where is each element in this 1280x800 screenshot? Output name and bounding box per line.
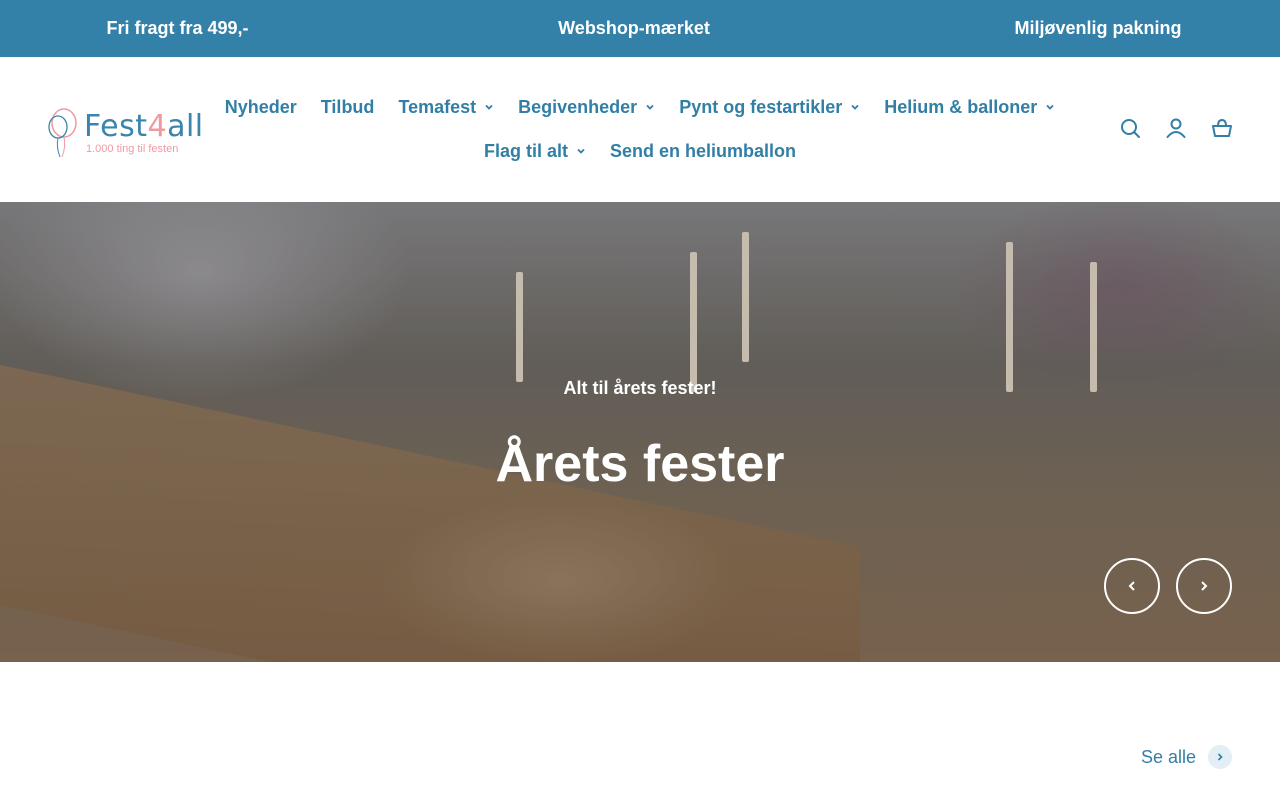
slideshow-next-button[interactable]	[1176, 558, 1232, 614]
announcement-eco-packaging: Miljøvenlig pakning	[1014, 18, 1182, 38]
main-nav: Nyheder Tilbud Temafest Begivenheder Pynt og…	[225, 85, 1055, 173]
nav-item-flag-til-alt[interactable]: Flag til alt	[484, 141, 586, 162]
announcement-free-shipping: Fri fragt fra 499,-	[106, 18, 249, 38]
nav-row-1: Nyheder Tilbud Temafest Begivenheder Pynt og…	[225, 85, 1055, 129]
nav-item-begivenheder[interactable]: Begivenheder	[518, 97, 655, 118]
site-header: Fest4all 1.000 ting til festen Nyheder Ti…	[0, 57, 1280, 202]
logo[interactable]: Fest4all 1.000 ting til festen	[48, 107, 204, 163]
hero-overlay	[0, 202, 1280, 662]
header-icons	[1118, 116, 1234, 140]
nav-item-pynt-og-festartikler[interactable]: Pynt og festartikler	[679, 97, 860, 118]
nav-item-label: Send en heliumballon	[609, 140, 797, 161]
chevron-down-icon	[577, 148, 585, 154]
see-all-arrow	[1208, 745, 1232, 769]
nav-item-nyheder[interactable]: Nyheder	[225, 97, 297, 118]
nav-item-tilbud[interactable]: Tilbud	[321, 97, 375, 118]
account-icon[interactable]	[1164, 116, 1188, 140]
nav-item-label: Nyheder	[224, 96, 297, 117]
nav-item-send-en-heliumballon[interactable]: Send en heliumballon	[610, 141, 796, 162]
chevron-right-icon	[1217, 753, 1223, 761]
search-icon[interactable]	[1118, 116, 1142, 140]
balloon-icon	[48, 108, 77, 158]
nav-item-label: Temafest	[398, 96, 477, 117]
logo-brand: Fest4all	[84, 109, 204, 144]
hero-slideshow: Alt til årets fester! Årets fester	[0, 202, 1280, 662]
nav-item-label: Begivenheder	[518, 96, 638, 117]
nav-item-helium-balloner[interactable]: Helium & balloner	[884, 97, 1055, 118]
nav-item-label: Helium & balloner	[884, 96, 1038, 117]
chevron-down-icon	[851, 104, 859, 110]
slideshow-prev-button[interactable]	[1104, 558, 1160, 614]
nav-item-label: Pynt og festartikler	[679, 96, 843, 117]
nav-item-label: Flag til alt	[483, 140, 568, 161]
nav-row-2: Flag til alt Send en heliumballon	[226, 129, 1054, 173]
cart-icon[interactable]	[1210, 116, 1234, 140]
chevron-down-icon	[646, 104, 654, 110]
announcement-webshop-mark: Webshop-mærket	[558, 18, 710, 38]
nav-item-temafest[interactable]: Temafest	[398, 97, 494, 118]
see-all-label: Se alle	[1140, 746, 1196, 767]
hero-subtitle: Alt til årets fester!	[563, 378, 717, 398]
chevron-left-icon	[1128, 581, 1135, 591]
see-all-link[interactable]: Se alle	[1141, 745, 1232, 769]
announcement-bar: Fri fragt fra 499,- Webshop-mærket Miljø…	[0, 0, 1280, 57]
chevron-down-icon	[1046, 104, 1054, 110]
chevron-right-icon	[1201, 581, 1208, 591]
hero-title: Årets fester	[495, 435, 785, 493]
chevron-down-icon	[485, 104, 493, 110]
logo-tagline: 1.000 ting til festen	[86, 143, 179, 155]
nav-item-label: Tilbud	[320, 96, 375, 117]
